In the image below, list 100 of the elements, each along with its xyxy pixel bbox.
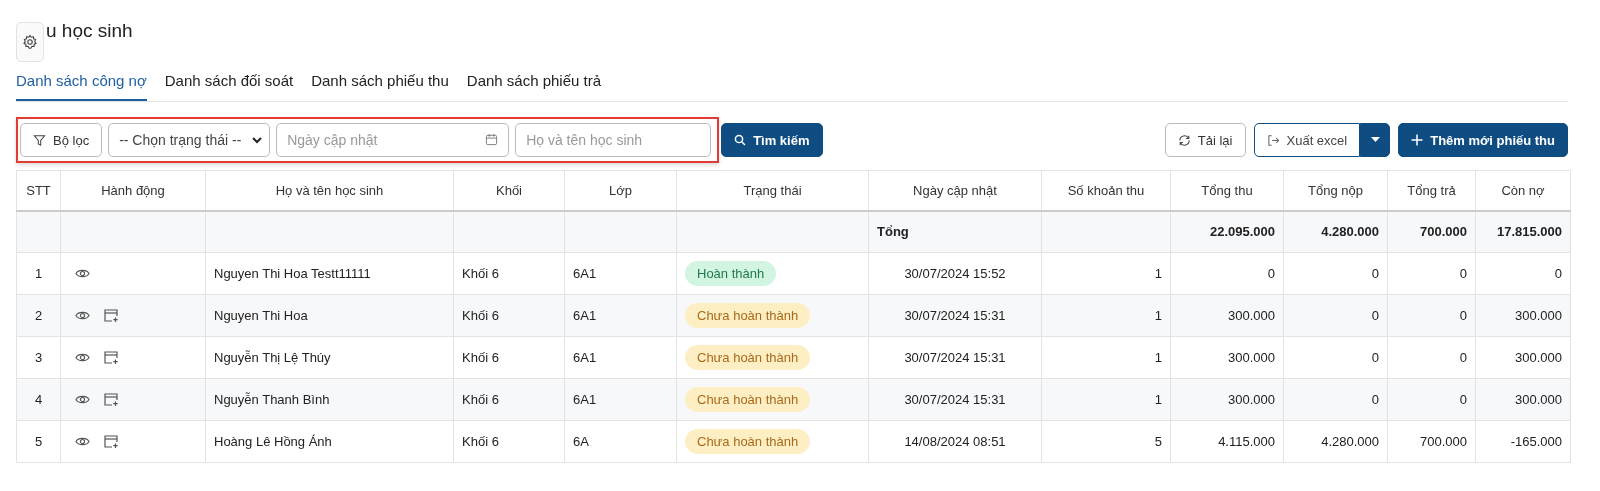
column-header: Ngày cập nhật [913, 182, 997, 198]
status-badge: Chưa hoàn thành [685, 345, 811, 370]
column-header: Tổng trả [1407, 182, 1456, 198]
table-cell: 0 [1459, 350, 1467, 365]
reload-button[interactable]: Tải lại [1164, 123, 1246, 157]
dropdown-button[interactable] [1360, 123, 1391, 157]
card-plus-icon[interactable] [103, 350, 119, 365]
page-title: u học sinh [46, 20, 133, 42]
table-cell: Khối 6 [462, 266, 499, 281]
table-cell: Nguyễn Thanh Bình [214, 392, 330, 407]
card-plus-icon[interactable] [103, 392, 119, 407]
table-cell: Nguyen Thi Hoa Testt11111 [214, 266, 371, 281]
table-cell: 1 [1154, 266, 1162, 281]
table-cell: 14/08/2024 08:51 [904, 434, 1006, 449]
table-cell: 22.095.000 [1209, 224, 1275, 240]
table-cell: 0 [1267, 266, 1275, 281]
table-cell: 2 [34, 308, 43, 323]
table-cell: 3 [34, 350, 43, 365]
table-cell: Khối 6 [462, 350, 499, 365]
total-label: Tổng [877, 224, 909, 240]
table-cell: 0 [1459, 308, 1467, 323]
table-cell: 300.000 [1515, 350, 1562, 365]
tab[interactable]: Danh sách công nợ [16, 66, 147, 101]
search-button[interactable]: Tìm kiếm [721, 123, 823, 157]
column-header: Còn nợ [1501, 182, 1545, 198]
table-cell: 300.000 [1515, 308, 1562, 323]
table-cell: 0 [1554, 266, 1562, 281]
card-plus-icon[interactable] [103, 308, 119, 323]
table-cell: Hoàng Lê Hồng Ánh [214, 434, 332, 449]
filter-button[interactable]: Bộ lọc [20, 123, 103, 157]
table-cell: 700.000 [1420, 224, 1467, 240]
table-cell: -165.000 [1510, 434, 1562, 449]
status-badge: Chưa hoàn thành [685, 387, 811, 412]
status-badge: Chưa hoàn thành [685, 429, 811, 454]
name-field[interactable]: Họ và tên học sinh [515, 123, 712, 157]
plus-icon [1411, 134, 1424, 146]
add-receipt-button[interactable]: Thêm mới phiếu thu [1398, 123, 1568, 157]
table-cell: 300.000 [1515, 392, 1562, 407]
table-cell: 300.000 [1228, 392, 1275, 407]
table-cell: Khối 6 [462, 434, 499, 449]
table-cell: Khối 6 [462, 392, 499, 407]
table-cell: 0 [1459, 266, 1467, 281]
table-cell: 6A1 [573, 350, 597, 365]
table-cell: 30/07/2024 15:52 [904, 266, 1006, 281]
refresh-icon [1177, 133, 1191, 147]
table-cell: 4 [34, 392, 43, 407]
table-cell: 0 [1371, 308, 1379, 323]
table-cell: 6A1 [573, 392, 597, 407]
table-cell: 5 [34, 434, 43, 449]
table-cell: 4.280.000 [1321, 434, 1379, 449]
column-header: Trạng thái [743, 182, 802, 198]
settings-icon [22, 34, 38, 50]
table-cell: 1 [1154, 308, 1162, 323]
table-cell: 1 [1154, 392, 1162, 407]
status-badge: Hoàn thành [685, 261, 777, 286]
funnel-icon [33, 133, 46, 147]
table-cell: 17.815.000 [1496, 224, 1562, 240]
table-cell: Nguyen Thi Hoa [214, 308, 308, 323]
table-cell: 1 [1154, 350, 1162, 365]
export-button[interactable]: Xuất excel [1253, 123, 1361, 157]
table-cell: 4.115.000 [1218, 434, 1275, 449]
column-header: Khối [496, 182, 522, 198]
tab[interactable]: Danh sách đối soát [164, 66, 294, 101]
table-cell: 300.000 [1228, 308, 1275, 323]
card-plus-icon[interactable] [103, 434, 119, 449]
table-cell: 0 [1371, 350, 1379, 365]
tab[interactable]: Danh sách phiếu thu [311, 66, 449, 101]
table-cell: 6A [573, 434, 589, 449]
column-header: Số khoản thu [1067, 182, 1145, 198]
column-header: Lớp [609, 182, 632, 198]
table-cell: 30/07/2024 15:31 [904, 350, 1006, 365]
table-cell: 300.000 [1228, 350, 1275, 365]
tab[interactable]: Danh sách phiếu trả [466, 66, 602, 101]
export-icon [1266, 133, 1280, 147]
table-cell: 30/07/2024 15:31 [904, 308, 1006, 323]
status-select[interactable]: -- Chọn trạng thái -- [108, 123, 271, 157]
table-cell: 1 [34, 266, 43, 281]
calendar-icon[interactable] [485, 133, 499, 146]
chevron-down-icon [251, 134, 264, 146]
table-cell: 4.280.000 [1321, 224, 1379, 240]
table-cell: 0 [1371, 266, 1379, 281]
table-cell: Nguyễn Thị Lệ Thúy [214, 350, 331, 365]
date-field[interactable]: Ngày cập nhật [276, 123, 510, 157]
column-header: Họ và tên học sinh [275, 182, 384, 198]
column-header: Tổng nộp [1308, 182, 1363, 198]
column-header: Hành động [101, 182, 165, 198]
search-icon [734, 134, 747, 146]
table-cell: Khối 6 [462, 308, 499, 323]
table-cell: 30/07/2024 15:31 [904, 392, 1006, 407]
table-cell: 6A1 [573, 266, 597, 281]
table-cell: 5 [1154, 434, 1162, 449]
column-header: STT [26, 182, 51, 198]
table-cell: 0 [1459, 392, 1467, 407]
table-cell: 6A1 [573, 308, 597, 323]
column-header: Tổng thu [1201, 182, 1253, 198]
table-cell: 700.000 [1420, 434, 1467, 449]
caret-icon [1370, 137, 1380, 143]
status-badge: Chưa hoàn thành [685, 303, 811, 328]
settings-button[interactable] [16, 22, 44, 62]
table-cell: 0 [1371, 392, 1379, 407]
